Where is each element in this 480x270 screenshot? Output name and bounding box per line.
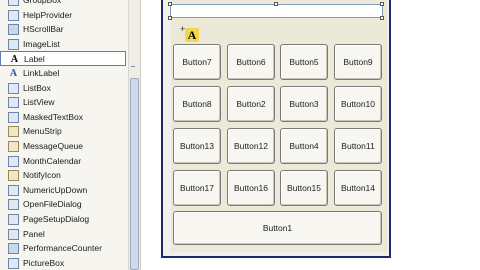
performancecounter-icon: [8, 243, 19, 255]
toolbox-item-linklabel[interactable]: A LinkLabel: [0, 66, 126, 81]
form-button-button6[interactable]: Button6: [227, 44, 275, 80]
toolbox-item-listbox[interactable]: ListBox: [0, 81, 126, 96]
toolbox-item-label: MenuStrip: [23, 126, 62, 137]
form-button-button12[interactable]: Button12: [227, 128, 275, 164]
toolbox-item-label[interactable]: A Label: [0, 51, 126, 67]
toolbox-item-label: HelpProvider: [23, 9, 73, 20]
form-button-button11[interactable]: Button11: [334, 128, 382, 164]
toolbox-item-label: ListBox: [23, 82, 51, 93]
toolbox-scrollbar-thumb[interactable]: [130, 78, 139, 270]
toolbox-item-label: NotifyIcon: [23, 170, 61, 181]
groupbox-icon: [8, 0, 19, 6]
toolbox-item-label: LinkLabel: [23, 68, 60, 78]
toolbox-item-monthcalendar[interactable]: MonthCalendar: [0, 154, 126, 169]
menustrip-icon: [8, 126, 19, 138]
toolbox-item-label: PerformanceCounter: [23, 243, 102, 254]
toolbox-item-label: PictureBox: [23, 257, 65, 268]
form-button-button1[interactable]: Button1: [173, 211, 382, 245]
hscrollbar-icon: [8, 24, 19, 36]
selection-handle[interactable]: [380, 16, 384, 20]
form-button-button7[interactable]: Button7: [173, 44, 221, 80]
toolbox-item-openfiledialog[interactable]: OpenFileDialog: [0, 197, 126, 212]
toolbox-item-label: Panel: [23, 228, 45, 239]
toolbox-item-notifyicon[interactable]: NotifyIcon: [0, 168, 126, 183]
selection-handle[interactable]: [380, 2, 384, 6]
openfiledialog-icon: [8, 199, 19, 211]
toolbox-item-hscrollbar[interactable]: HScrollBar: [0, 22, 126, 37]
form-button-button10[interactable]: Button10: [334, 86, 382, 122]
linklabel-icon: A: [9, 68, 18, 79]
toolbox-item-panel[interactable]: Panel: [0, 227, 126, 242]
monthcalendar-icon: [8, 155, 19, 167]
picturebox-icon: [8, 257, 19, 269]
form-button-button17[interactable]: Button17: [173, 170, 221, 206]
toolbox-item-pagesetupdialog[interactable]: PageSetupDialog: [0, 212, 126, 227]
form-button-button5[interactable]: Button5: [280, 44, 328, 80]
toolbox-item-label: ListView: [23, 97, 55, 108]
toolbox-item-label: PageSetupDialog: [23, 214, 90, 224]
form-button-button13[interactable]: Button13: [173, 128, 221, 164]
form-button-button9[interactable]: Button9: [334, 44, 382, 80]
form-button-button8[interactable]: Button8: [173, 86, 221, 122]
numericupdown-icon: [8, 184, 19, 196]
toolbox-item-picturebox[interactable]: PictureBox: [0, 256, 126, 270]
toolbox-item-label: MonthCalendar: [23, 155, 82, 166]
toolbox-item-numericupdown[interactable]: NumericUpDown: [0, 183, 126, 198]
pagesetupdialog-icon: [8, 214, 19, 225]
form-button-button15[interactable]: Button15: [280, 170, 328, 206]
toolbox-item-label: MessageQueue: [23, 141, 84, 151]
maskedtextbox-icon: [8, 111, 19, 123]
toolbox-item-label: HScrollBar: [23, 24, 64, 35]
toolbox-item-listview[interactable]: ListView: [0, 95, 126, 110]
label-drag-cursor-icon: + A: [180, 25, 200, 43]
toolbox-item-label: OpenFileDialog: [23, 199, 82, 210]
label-icon: A: [10, 54, 19, 66]
imagelist-icon: [8, 38, 19, 50]
listbox-icon: [8, 82, 19, 94]
toolbox-item-performancecounter[interactable]: PerformanceCounter: [0, 241, 126, 256]
selection-handle[interactable]: [168, 16, 172, 20]
toolbox-item-messagequeue[interactable]: MessageQueue: [0, 139, 126, 154]
messagequeue-icon: [8, 141, 19, 152]
toolbox-item-helpprovider[interactable]: HelpProvider: [0, 8, 126, 23]
form-button-button14[interactable]: Button14: [334, 170, 382, 206]
toolbox-item-imagelist[interactable]: ImageList: [0, 37, 126, 52]
toolbox-item-label: MaskedTextBox: [23, 111, 83, 122]
toolbox-item-label: NumericUpDown: [23, 184, 88, 195]
panel-icon: [8, 228, 19, 240]
form-button-button3[interactable]: Button3: [280, 86, 328, 122]
form-button-button4[interactable]: Button4: [280, 128, 328, 164]
listview-icon: [8, 97, 19, 109]
toolbox-item-maskedtextbox[interactable]: MaskedTextBox: [0, 110, 126, 125]
form-button-button16[interactable]: Button16: [227, 170, 275, 206]
helpprovider-icon: [8, 9, 19, 21]
toolbox-item-label: ImageList: [23, 38, 60, 49]
notifyicon-icon: [8, 170, 19, 182]
selection-handle[interactable]: [168, 2, 172, 6]
toolbox-item-menustrip[interactable]: MenuStrip: [0, 124, 126, 139]
selection-handle[interactable]: [274, 2, 278, 6]
toolbox-scrollbar[interactable]: [128, 0, 140, 270]
form-button-button2[interactable]: Button2: [227, 86, 275, 122]
textbox-control[interactable]: [170, 4, 383, 18]
toolbox-panel: GroupBox HelpProvider HScrollBar ImageList A…: [0, 0, 141, 270]
